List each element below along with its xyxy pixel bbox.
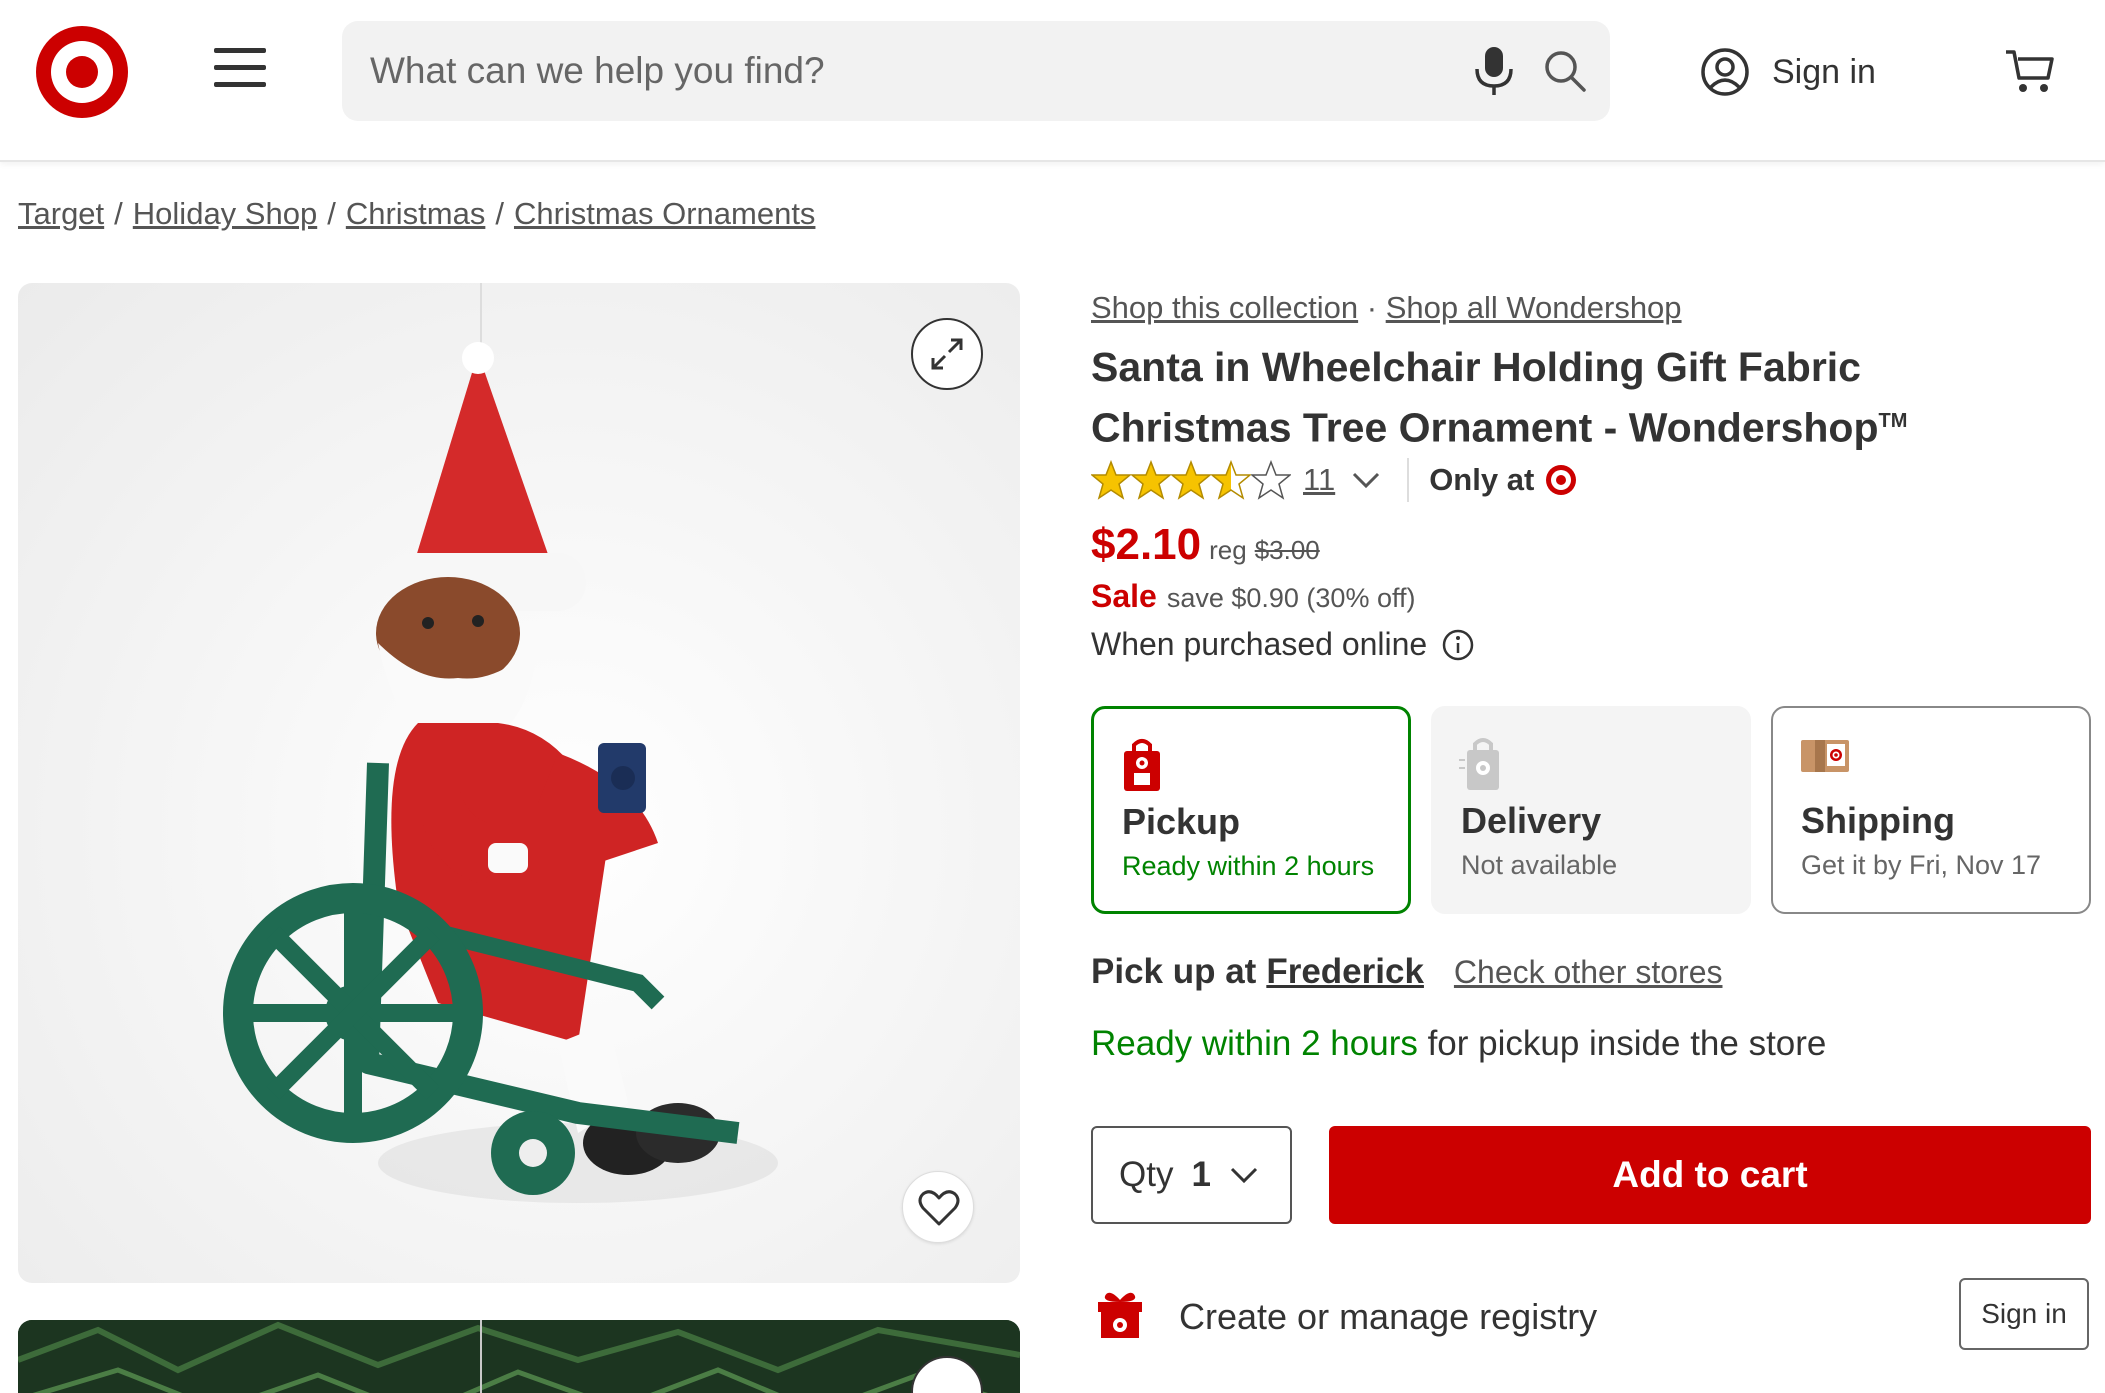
registry-text: Create or manage registry	[1179, 1296, 1598, 1337]
target-bullseye-icon	[1546, 465, 1577, 495]
shop-this-collection-link[interactable]: Shop this collection	[1091, 290, 1358, 325]
shipping-box-icon	[1801, 740, 1849, 772]
current-price: $2.10	[1091, 520, 1202, 569]
product-image-secondary[interactable]	[18, 1320, 1020, 1393]
cart-icon[interactable]	[2004, 46, 2056, 96]
star-icon	[1131, 460, 1171, 500]
rating-stars[interactable]	[1091, 460, 1291, 500]
registry-row: Create or manage registry Sign in	[1091, 1278, 2091, 1358]
fulfillment-name: Shipping	[1801, 800, 1955, 841]
favorite-button[interactable]	[902, 1171, 974, 1243]
fulfillment-pickup[interactable]: Pickup Ready within 2 hours	[1091, 706, 1411, 914]
fulfillment-status: Get it by Fri, Nov 17	[1801, 850, 2042, 880]
collection-links: Shop this collection · Shop all Wondersh…	[1091, 290, 1682, 325]
online-note-row: When purchased online	[1091, 626, 1475, 663]
star-icon	[1211, 460, 1251, 500]
chevron-down-icon	[1230, 1167, 1257, 1184]
breadcrumb: Target / Holiday Shop / Christmas / Christmas …	[18, 196, 816, 231]
target-logo-icon[interactable]	[34, 24, 130, 120]
menu-hamburger-icon[interactable]	[214, 48, 266, 92]
microphone-icon[interactable]	[1472, 45, 1516, 97]
search-icon[interactable]	[1542, 48, 1588, 94]
regular-price: $3.00	[1254, 535, 1320, 565]
star-icon	[1091, 460, 1131, 500]
price-row: $2.10 reg $3.00	[1091, 520, 1320, 570]
fulfillment-shipping[interactable]: Shipping Get it by Fri, Nov 17	[1771, 706, 2091, 914]
breadcrumb-target[interactable]: Target	[18, 196, 104, 231]
santa-ornament-image	[223, 283, 778, 1203]
add-to-cart-button[interactable]: Add to cart	[1329, 1126, 2091, 1224]
fulfillment-status: Ready within 2 hours	[1122, 851, 1375, 881]
product-title: Santa in Wheelchair Holding Gift Fabric …	[1091, 344, 1908, 451]
sale-label: Sale	[1091, 578, 1157, 614]
account-icon	[1701, 48, 1749, 96]
sign-in-button[interactable]: Sign in	[1700, 44, 1876, 100]
pickup-location-row: Pick up at Frederick Check other stores	[1091, 952, 1722, 992]
store-name-link[interactable]: Frederick	[1266, 952, 1424, 992]
save-text: save $0.90 (30% off)	[1166, 583, 1416, 613]
chevron-down-icon[interactable]	[1351, 470, 1381, 490]
sign-in-label: Sign in	[1772, 52, 1876, 91]
product-image[interactable]	[18, 283, 1020, 1283]
pickup-at-label: Pick up at	[1091, 952, 1257, 991]
check-other-stores-link[interactable]: Check other stores	[1454, 954, 1723, 991]
pine-tree-image	[18, 1320, 1020, 1393]
search-input[interactable]	[370, 41, 1450, 101]
site-header: Sign in	[0, 0, 2105, 162]
pickup-store-icon	[1124, 739, 1160, 791]
expand-image-button[interactable]	[911, 318, 983, 390]
reg-label: reg	[1209, 535, 1247, 565]
info-icon[interactable]	[1441, 628, 1475, 662]
registry-sign-in-button[interactable]: Sign in	[1959, 1278, 2089, 1350]
rating-count[interactable]: 11	[1303, 462, 1335, 498]
fulfillment-name: Pickup	[1122, 801, 1241, 842]
rating-row: 11 Only at	[1091, 456, 1578, 504]
ready-description: for pickup inside the store	[1417, 1024, 1827, 1063]
ready-time: Ready within 2 hours	[1091, 1024, 1418, 1063]
gift-registry-icon	[1098, 1292, 1142, 1338]
delivery-bag-icon	[1459, 738, 1499, 790]
only-at-label: Only at	[1429, 462, 1535, 497]
quantity-select[interactable]: Qty 1	[1091, 1126, 1292, 1224]
sale-row: Sale save $0.90 (30% off)	[1091, 578, 1415, 615]
fulfillment-name: Delivery	[1461, 800, 1602, 841]
divider	[1407, 458, 1410, 502]
breadcrumb-christmas-ornaments[interactable]: Christmas Ornaments	[514, 196, 815, 231]
pickup-ready-text: Ready within 2 hours for pickup inside t…	[1091, 1024, 1826, 1064]
breadcrumb-christmas[interactable]: Christmas	[346, 196, 486, 231]
breadcrumb-holiday-shop[interactable]: Holiday Shop	[133, 196, 317, 231]
expand-icon	[931, 338, 963, 370]
star-icon	[1171, 460, 1211, 500]
online-note: When purchased online	[1091, 626, 1428, 662]
qty-label: Qty	[1119, 1155, 1174, 1194]
trademark: TM	[1878, 410, 1908, 432]
star-icon	[1251, 460, 1291, 500]
fulfillment-status: Not available	[1461, 850, 1618, 880]
search-bar	[342, 21, 1610, 121]
heart-icon	[918, 1190, 960, 1226]
qty-value: 1	[1191, 1155, 1211, 1194]
shop-all-wondershop-link[interactable]: Shop all Wondershop	[1386, 290, 1682, 325]
fulfillment-delivery[interactable]: Delivery Not available	[1431, 706, 1751, 914]
